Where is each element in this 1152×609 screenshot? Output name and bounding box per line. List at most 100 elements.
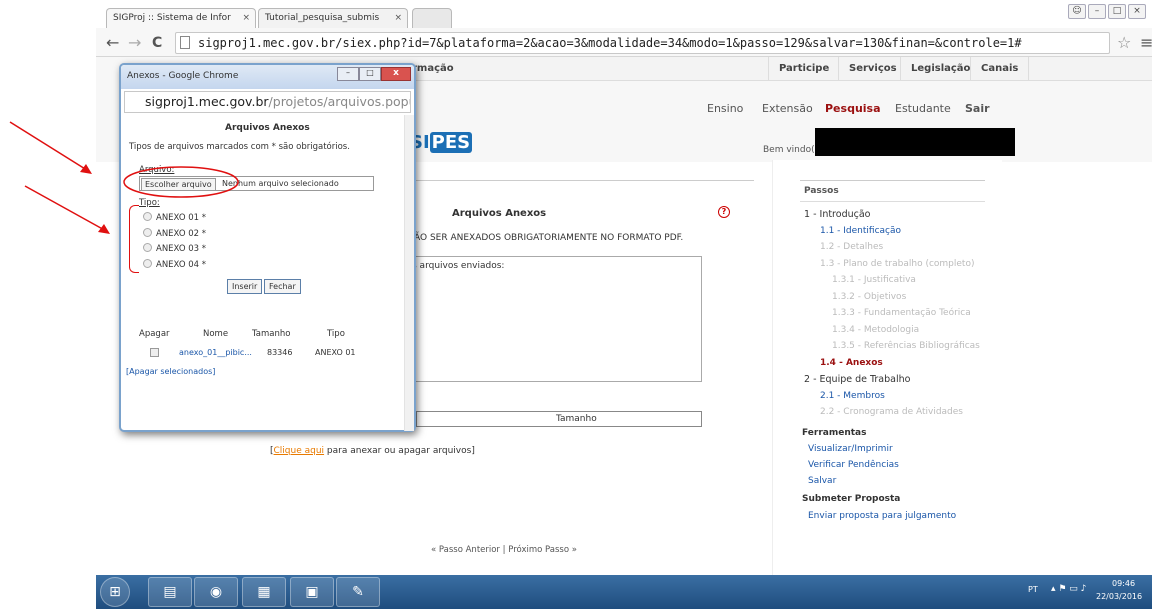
pdf-icon[interactable]: ▣	[290, 577, 334, 607]
taskbar: ⊞ ▤ ◉ ▦ ▣ ✎ PT ▴ ⚑ ▭ ♪ 09:46 22/03/2016	[96, 575, 1152, 609]
type-option[interactable]: ANEXO 03 *	[143, 242, 206, 258]
popup-url-host: sigproj1.mec.gov.br	[145, 94, 269, 109]
paint-icon[interactable]: ✎	[336, 577, 380, 607]
menu-icon[interactable]: ≡	[1140, 33, 1152, 52]
menu-estudante[interactable]: Estudante	[895, 102, 951, 115]
divider	[800, 201, 985, 202]
nav-servicos[interactable]: Serviços	[838, 57, 907, 81]
col-tamanho: Tamanho	[252, 329, 291, 339]
nav-participe[interactable]: Participe	[768, 57, 839, 81]
insert-button[interactable]: Inserir	[227, 279, 263, 294]
tab-sigproj[interactable]: SIGProj :: Sistema de Infor ×	[106, 8, 256, 28]
prev-step-link[interactable]: « Passo Anterior	[431, 545, 500, 555]
delete-selected-link[interactable]: [Apagar selecionados]	[126, 367, 215, 376]
divider	[800, 180, 985, 181]
section-title: Arquivos Anexos	[452, 208, 547, 219]
step-item[interactable]: 2.1 - Membros	[820, 391, 885, 401]
help-icon[interactable]: ?	[718, 206, 730, 218]
close-icon[interactable]: ×	[394, 13, 402, 23]
step-item[interactable]: 1.4 - Anexos	[820, 358, 883, 368]
step-item[interactable]: 2 - Equipe de Trabalho	[804, 374, 910, 385]
col-nome: Nome	[203, 329, 229, 339]
type-option-label: ANEXO 02 *	[156, 228, 206, 239]
maximize-icon[interactable]: □	[1108, 4, 1126, 19]
popup-heading: Arquivos Anexos	[225, 123, 310, 133]
minimize-icon[interactable]: –	[1088, 4, 1106, 19]
address-bar[interactable]: sigproj1.mec.gov.br/siex.php?id=7&plataf…	[175, 32, 1110, 54]
tab-strip: SIGProj :: Sistema de Infor × Tutorial_p…	[96, 0, 1152, 28]
chrome-icon[interactable]: ◉	[194, 577, 238, 607]
star-icon[interactable]: ☆	[1117, 33, 1131, 52]
attach-link-line: [Clique aqui para anexar ou apagar arqui…	[270, 446, 475, 456]
column-tamanho: Tamanho	[556, 414, 597, 424]
window-controls: ☺ – □ ×	[1068, 4, 1146, 20]
minimize-icon[interactable]: –	[337, 67, 359, 81]
divider	[380, 180, 754, 181]
nav-canais[interactable]: Canais	[970, 57, 1030, 81]
main-menu: Ensino Extensão Pesquisa Estudante Sair	[700, 102, 1000, 118]
files-table-header: Tamanho	[405, 411, 702, 427]
tab-tutorial[interactable]: Tutorial_pesquisa_submis ×	[258, 8, 408, 28]
pager-sep: |	[502, 545, 506, 555]
back-icon[interactable]: ←	[106, 33, 119, 52]
menu-sair[interactable]: Sair	[965, 102, 990, 115]
nav-legislacao[interactable]: Legislação	[900, 57, 980, 81]
row-type: ANEXO 01	[315, 348, 356, 357]
maximize-icon[interactable]: □	[359, 67, 381, 81]
row-checkbox[interactable]	[150, 348, 159, 357]
row-name[interactable]: anexo_01__pibic...	[179, 348, 252, 357]
next-step-link[interactable]: Próximo Passo »	[508, 545, 577, 555]
tools-title: Ferramentas	[802, 428, 867, 438]
close-icon[interactable]: ×	[242, 13, 250, 23]
top-nav-left: rmação	[412, 63, 454, 74]
welcome-text: Bem vindo(a	[763, 145, 821, 155]
tray-icons[interactable]: ▴ ⚑ ▭ ♪	[1051, 584, 1086, 594]
radio-button[interactable]	[143, 212, 152, 221]
submit-link[interactable]: Enviar proposta para julgamento	[808, 511, 956, 521]
attach-link[interactable]: Clique aqui	[274, 446, 325, 456]
type-option[interactable]: ANEXO 01 *	[143, 211, 206, 227]
col-tipo: Tipo	[327, 329, 345, 339]
steps-title: Passos	[804, 186, 839, 196]
menu-ensino[interactable]: Ensino	[707, 102, 743, 115]
reload-icon[interactable]: C	[152, 35, 162, 51]
redacted-name	[815, 128, 1015, 156]
type-option[interactable]: ANEXO 02 *	[143, 227, 206, 243]
document-icon[interactable]: ▦	[242, 577, 286, 607]
menu-pesquisa[interactable]: Pesquisa	[825, 102, 881, 115]
language-indicator[interactable]: PT	[1028, 585, 1038, 594]
step-item: 1.3.2 - Objetivos	[832, 291, 907, 302]
tool-print[interactable]: Visualizar/Imprimir	[808, 444, 893, 454]
type-option[interactable]: ANEXO 04 *	[143, 258, 206, 274]
close-icon[interactable]: x	[381, 67, 411, 81]
type-highlight-bracket	[129, 205, 139, 273]
files-box-label: s arquivos enviados:	[412, 261, 505, 271]
menu-extensao[interactable]: Extensão	[762, 102, 813, 115]
file-highlight-ellipse	[123, 166, 239, 198]
col-apagar: Apagar	[139, 329, 170, 339]
tool-check[interactable]: Verificar Pendências	[808, 460, 899, 470]
type-options: ANEXO 01 * ANEXO 02 * ANEXO 03 * ANEXO 0…	[143, 211, 206, 273]
explorer-icon[interactable]: ▤	[148, 577, 192, 607]
radio-button[interactable]	[143, 243, 152, 252]
step-item[interactable]: 1 - Introdução	[804, 209, 870, 220]
type-option-label: ANEXO 01 *	[156, 213, 206, 223]
radio-button[interactable]	[143, 258, 152, 268]
start-icon[interactable]: ⊞	[100, 577, 130, 607]
step-item[interactable]: 1.1 - Identificação	[820, 226, 901, 236]
type-label: Tipo:	[139, 198, 160, 208]
tab-title: Tutorial_pesquisa_submis	[265, 13, 380, 23]
close-window-icon[interactable]: ×	[1128, 4, 1146, 19]
radio-button[interactable]	[143, 227, 152, 237]
clock-time: 09:46	[1112, 579, 1136, 588]
site-logo: SI PES	[410, 132, 473, 153]
new-tab-button[interactable]	[412, 8, 452, 28]
tool-save[interactable]: Salvar	[808, 476, 836, 486]
user-icon[interactable]: ☺	[1068, 4, 1086, 19]
popup-scrollbar[interactable]	[404, 115, 414, 431]
popup-address: sigproj1.mec.gov.br/projetos/arquivos.po…	[124, 91, 411, 113]
close-button[interactable]: Fechar	[264, 279, 301, 294]
forward-icon[interactable]: →	[128, 33, 141, 52]
type-option-label: ANEXO 04 *	[156, 259, 206, 270]
step-item: 1.3.3 - Fundamentação Teórica	[832, 308, 971, 318]
